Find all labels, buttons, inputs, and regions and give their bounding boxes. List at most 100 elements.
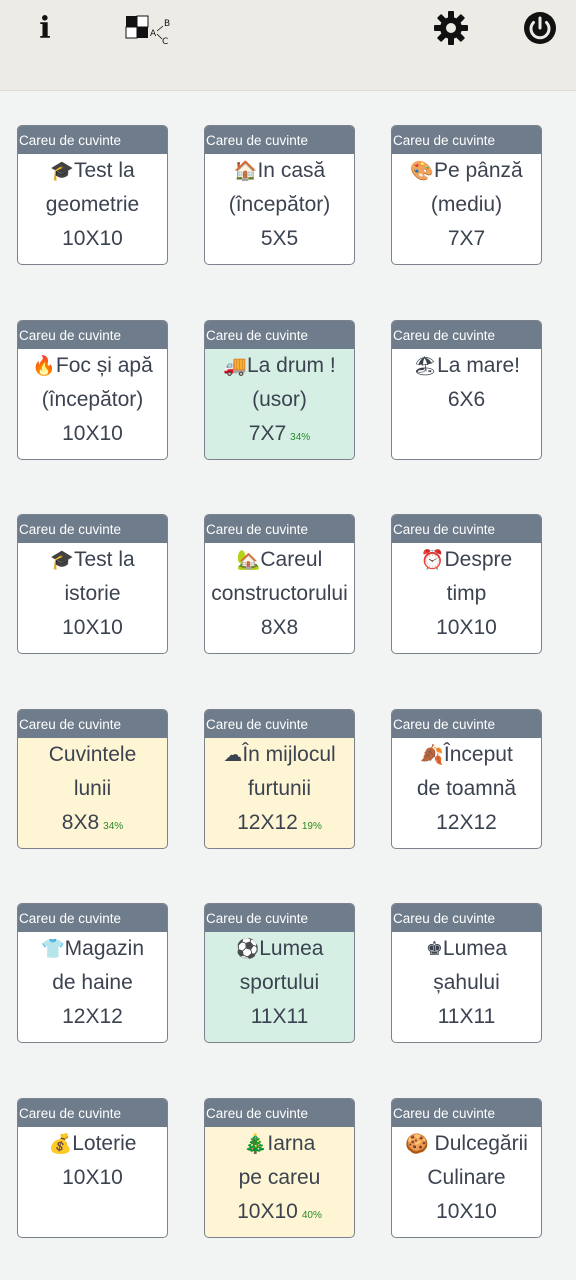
- puzzle-card[interactable]: Careu de cuvinte 👕Magazin de haine 12X12: [17, 903, 168, 1043]
- card-title-text: de toamnă: [416, 776, 517, 800]
- grid-size: 10X10: [62, 227, 123, 250]
- card-title-text: Magazin: [64, 937, 145, 960]
- card-title-text: (mediu): [430, 193, 503, 216]
- card-emoji-icon: 🍂: [420, 743, 444, 766]
- svg-text:B: B: [164, 19, 170, 29]
- card-emoji-icon: ♚: [425, 938, 443, 960]
- card-title-line: ☁În mijlocul: [205, 738, 354, 772]
- grid-size: 8X8: [260, 616, 299, 639]
- card-title-text: Despre: [444, 548, 513, 571]
- card-size-line: 10X10: [18, 611, 167, 645]
- card-title-text: șahului: [433, 971, 500, 994]
- card-title-line: furtunii: [205, 772, 354, 806]
- progress-percent: 34%: [103, 820, 124, 832]
- card-title-text: Lumea: [259, 937, 324, 960]
- card-title-text: In casă: [257, 159, 326, 182]
- puzzle-card[interactable]: Careu de cuvinte 🎨Pe pânză (mediu) 7X7: [391, 125, 542, 265]
- progress-percent: 19%: [301, 820, 322, 832]
- puzzle-card[interactable]: Careu de cuvinte 🍂Început de toamnă 12X12: [391, 708, 542, 849]
- card-title: 💰Loterie 10X10: [18, 1127, 167, 1195]
- card-title: 🎓Test la geometrie 10X10: [18, 154, 167, 256]
- card-emoji-icon: 🏡: [236, 549, 261, 571]
- card-size-line: 12X12 19%: [205, 806, 354, 844]
- puzzle-card[interactable]: Careu de cuvinte Cuvintele lunii 8X8 34%: [17, 708, 168, 849]
- progress-percent: 34%: [290, 431, 311, 443]
- card-size-line: 12X12: [18, 1000, 167, 1034]
- card-category: Careu de cuvinte: [205, 320, 354, 349]
- card-size-line: 7X7 34%: [205, 417, 354, 455]
- puzzle-card[interactable]: Careu de cuvinte 🎓Test la geometrie 10X10: [17, 125, 168, 265]
- card-emoji-icon: ☁: [223, 743, 243, 766]
- puzzle-card[interactable]: Careu de cuvinte 🏠In casă (începător) 5X5: [204, 125, 355, 265]
- puzzle-card[interactable]: Careu de cuvinte 🍪 Dulcegării Culinare 10X1…: [391, 1097, 542, 1238]
- card-emoji-icon: 🎓: [50, 160, 74, 182]
- card-title-text: pe careu: [238, 1165, 321, 1189]
- card-size-line: 10X10: [392, 611, 541, 645]
- card-category: Careu de cuvinte: [392, 709, 541, 738]
- puzzle-card[interactable]: Careu de cuvinte 🎓Test la istorie 10X10: [17, 514, 168, 654]
- card-emoji-icon: 💰: [48, 1132, 73, 1155]
- card-title: Cuvintele lunii 8X8 34%: [18, 738, 167, 844]
- card-size-line: 8X8: [205, 611, 354, 645]
- card-title-line: (începător): [205, 188, 354, 222]
- puzzle-card[interactable]: Careu de cuvinte 🔥Foc și apă (începător) 10…: [17, 319, 168, 460]
- card-category: Careu de cuvinte: [18, 320, 167, 349]
- card-title-line: 🎄Iarna: [205, 1127, 354, 1161]
- card-title-text: Test la: [73, 159, 135, 182]
- puzzle-card[interactable]: Careu de cuvinte ☁În mijlocul furtunii 12X1…: [204, 708, 355, 849]
- puzzle-card[interactable]: Careu de cuvinte ⏰Despre timp 10X10: [391, 514, 542, 654]
- puzzle-card[interactable]: Careu de cuvinte 🚚La drum ! (usor) 7X7 34%: [204, 319, 355, 460]
- card-size-line: 10X10: [18, 417, 167, 451]
- card-category: Careu de cuvinte: [205, 1098, 354, 1127]
- card-title-line: 🔥Foc și apă: [18, 349, 167, 383]
- card-title-text: sportului: [239, 971, 320, 994]
- puzzle-card[interactable]: Careu de cuvinte 🏖La mare! 6X6: [391, 319, 542, 460]
- grid-size: 6X6: [447, 387, 486, 411]
- grid-size: 11X11: [250, 1005, 309, 1028]
- card-title: 🎨Pe pânză (mediu) 7X7: [392, 154, 541, 256]
- card-title-line: pe careu: [205, 1161, 354, 1195]
- card-title-line: 🏠In casă: [205, 154, 354, 188]
- card-title-line: 💰Loterie: [18, 1127, 167, 1161]
- card-category: Careu de cuvinte: [392, 904, 541, 932]
- power-icon[interactable]: [519, 8, 561, 48]
- grid-size: 5X5: [260, 227, 299, 250]
- svg-text:C: C: [162, 37, 168, 46]
- info-icon[interactable]: i: [28, 10, 62, 46]
- card-category: Careu de cuvinte: [205, 904, 354, 932]
- card-category: Careu de cuvinte: [205, 126, 354, 154]
- card-emoji-icon: 🎓: [50, 549, 74, 571]
- card-title-line: de toamnă: [392, 772, 541, 806]
- card-title: 🏡Careul constructorului 8X8: [205, 543, 354, 645]
- grid-size: 10X10: [62, 421, 123, 445]
- card-title-text: La drum !: [246, 353, 336, 377]
- puzzle-card[interactable]: Careu de cuvinte 🎄Iarna pe careu 10X10 40%: [204, 1097, 355, 1238]
- card-title-line: 🏖La mare!: [392, 349, 541, 383]
- card-title: 🎓Test la istorie 10X10: [18, 543, 167, 645]
- card-emoji-icon: 🍪: [405, 1132, 429, 1155]
- grid-size: 11X11: [437, 1005, 496, 1028]
- puzzle-card[interactable]: Careu de cuvinte 💰Loterie 10X10: [17, 1097, 168, 1238]
- card-category: Careu de cuvinte: [205, 515, 354, 543]
- puzzle-card[interactable]: Careu de cuvinte ♚Lumea șahului 11X11: [391, 903, 542, 1043]
- card-title-text: Careul: [260, 548, 323, 571]
- card-title-text: Iarna: [267, 1131, 316, 1155]
- grid-size: 12X12: [62, 1005, 123, 1028]
- gear-icon[interactable]: [430, 9, 472, 47]
- card-title-text: Dulcegării: [428, 1131, 528, 1155]
- card-emoji-icon: 🏠: [233, 160, 258, 182]
- grid-size: 10X10: [436, 616, 497, 639]
- card-category: Careu de cuvinte: [18, 904, 167, 932]
- card-title-text: Pe pânză: [433, 159, 523, 182]
- card-title: 🍪 Dulcegării Culinare 10X10: [392, 1127, 541, 1229]
- card-title: 🏖La mare! 6X6: [392, 349, 541, 417]
- grid-size: 10X10: [237, 1199, 298, 1223]
- card-title: 🏠In casă (începător) 5X5: [205, 154, 354, 256]
- puzzle-card[interactable]: Careu de cuvinte ⚽Lumea sportului 11X11: [204, 903, 355, 1043]
- puzzle-card[interactable]: Careu de cuvinte 🏡Careul constructorului 8X…: [204, 514, 355, 654]
- card-title-line: 👕Magazin: [18, 932, 167, 966]
- top-toolbar: i A B C: [0, 0, 576, 91]
- crossword-logo-icon[interactable]: A B C: [124, 14, 174, 46]
- card-title-line: ⚽Lumea: [205, 932, 354, 966]
- card-title-line: geometrie: [18, 188, 167, 222]
